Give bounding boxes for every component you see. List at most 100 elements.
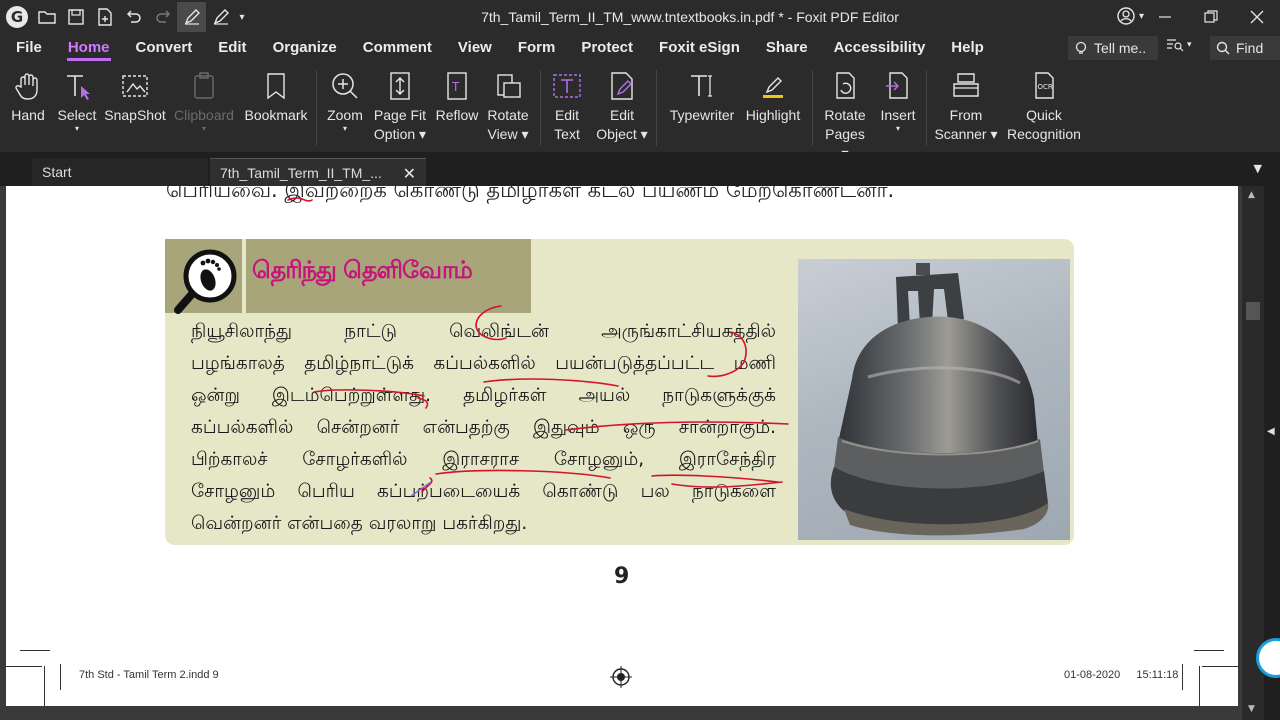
rotate-pages-icon: [829, 66, 861, 106]
highlight-label: Highlight: [745, 107, 801, 123]
zoom-icon: [329, 66, 361, 106]
pen-icon[interactable]: [177, 2, 206, 32]
tab-start-label: Start: [42, 164, 72, 180]
pdf-page[interactable]: பெரியவை. இவற்றைக் கொண்டு தமிழர்கள் கடல் …: [6, 186, 1238, 706]
page-fit-option-button[interactable]: Page Fit Option ▾: [372, 66, 428, 144]
clipboard-icon: [188, 66, 220, 106]
option-text: Option: [373, 126, 416, 142]
customize-toolbar-icon[interactable]: ▾: [235, 2, 249, 32]
scroll-down-icon[interactable]: ▼: [1248, 704, 1255, 714]
close-button[interactable]: [1234, 0, 1280, 34]
snapshot-button[interactable]: SnapShot: [104, 66, 166, 125]
menu-home[interactable]: Home: [55, 34, 123, 62]
tab-document-label: 7th_Tamil_Term_II_TM_...: [220, 164, 382, 181]
clipboard-label: Clipboard: [174, 107, 234, 123]
snapshot-icon: [119, 66, 151, 106]
minimize-button[interactable]: [1142, 0, 1188, 34]
pages-text: Pages: [825, 126, 865, 142]
highlighter-icon[interactable]: [206, 2, 235, 32]
info-paragraph: நியூசிலாந்து நாட்டு வெலிங்டன் அருங்காட்ச…: [191, 316, 776, 540]
insert-button[interactable]: Insert ▾: [876, 66, 920, 133]
search-options-icon: [1167, 39, 1184, 52]
reflow-button[interactable]: T Reflow: [434, 66, 480, 125]
ribbon-separator: [812, 70, 813, 146]
save-icon[interactable]: [61, 2, 90, 32]
menu-convert[interactable]: Convert: [123, 34, 206, 62]
quick-access-toolbar: G ▾: [0, 2, 249, 32]
highlight-icon: [757, 66, 789, 106]
menu-accessibility[interactable]: Accessibility: [821, 34, 939, 62]
home-ribbon: Hand Select ▾ SnapShot Clipboard ▾ Bookm…: [0, 62, 1280, 161]
select-text-icon: [61, 66, 93, 106]
select-tool-button[interactable]: Select ▾: [55, 66, 99, 133]
clipboard-button[interactable]: Clipboard ▾: [172, 66, 236, 133]
hand-icon: [12, 66, 44, 106]
recognition-label: Recognition: [1007, 126, 1081, 142]
expand-panel-icon[interactable]: ◀: [1267, 426, 1275, 437]
svg-text:OCR: OCR: [1038, 83, 1053, 91]
menu-form[interactable]: Form: [505, 34, 569, 62]
rotate-pages-label: Rotate: [824, 107, 866, 123]
bookmark-button[interactable]: Bookmark: [244, 66, 308, 125]
menu-share[interactable]: Share: [753, 34, 821, 62]
snapshot-label: SnapShot: [104, 107, 166, 123]
rotate-view-icon: [492, 66, 524, 106]
hand-label: Hand: [11, 107, 45, 123]
highlight-button[interactable]: Highlight: [742, 66, 804, 125]
menu-organize[interactable]: Organize: [260, 34, 350, 62]
view-text: View: [487, 126, 518, 142]
open-folder-icon[interactable]: [32, 2, 61, 32]
edit-text-button[interactable]: Edit Text: [548, 66, 586, 144]
restore-button[interactable]: [1188, 0, 1234, 34]
hand-tool-button[interactable]: Hand: [8, 66, 48, 125]
edit-object-icon: [606, 66, 638, 106]
find-input[interactable]: Find: [1210, 36, 1280, 60]
close-tab-icon[interactable]: ✕: [403, 164, 416, 184]
menu-foxit-esign[interactable]: Foxit eSign: [646, 34, 753, 62]
quick-recognition-label: Quick: [1026, 107, 1062, 123]
scrollbar-thumb[interactable]: [1246, 302, 1260, 320]
menu-edit[interactable]: Edit: [205, 34, 259, 62]
account-menu[interactable]: ▾: [1116, 6, 1144, 26]
chevron-down-icon: ▾: [895, 124, 900, 133]
menu-file[interactable]: File: [0, 34, 55, 62]
chevron-down-icon: ▾: [342, 124, 347, 133]
svg-text:T: T: [451, 80, 460, 94]
typewriter-button[interactable]: Typewriter: [666, 66, 738, 125]
vertical-scrollbar[interactable]: ▲ ▼: [1242, 186, 1264, 720]
zoom-button[interactable]: Zoom ▾: [324, 66, 366, 133]
rotate-view-button[interactable]: Rotate View ▾: [484, 66, 532, 144]
chevron-down-icon: ▾: [1187, 40, 1192, 50]
document-view[interactable]: பெரியவை. இவற்றைக் கொண்டு தமிழர்கள் கடல் …: [0, 186, 1280, 720]
tab-start[interactable]: Start: [32, 158, 208, 186]
menu-help[interactable]: Help: [938, 34, 997, 62]
tab-document[interactable]: 7th_Tamil_Term_II_TM_... ✕: [210, 158, 426, 186]
ribbon-separator: [656, 70, 657, 146]
lightbulb-icon: [1075, 41, 1087, 54]
scroll-up-icon[interactable]: ▲: [1248, 190, 1255, 200]
paragraph-line: பிற்காலச் சோழர்களில் இராசராச சோழனும், இர…: [191, 449, 776, 470]
chevron-down-icon: ▾: [74, 124, 79, 133]
insert-page-icon: [882, 66, 914, 106]
title-bar: G ▾ 7th_Tamil_Term_II_TM_www.tntextbooks…: [0, 0, 1280, 34]
object-text: Object: [596, 126, 637, 142]
crop-mark: [1194, 650, 1224, 651]
tell-me-search[interactable]: Tell me..: [1068, 36, 1158, 60]
menu-view[interactable]: View: [445, 34, 505, 62]
edit-object-button[interactable]: Edit Object ▾: [596, 66, 648, 144]
quick-recognition-button[interactable]: OCR Quick Recognition: [1004, 66, 1084, 144]
redo-icon[interactable]: [148, 2, 177, 32]
new-document-icon[interactable]: [90, 2, 119, 32]
menu-comment[interactable]: Comment: [350, 34, 445, 62]
undo-icon[interactable]: [119, 2, 148, 32]
magnifier-footprint-icon: [174, 249, 237, 314]
tab-list-dropdown-icon[interactable]: ▼: [1254, 162, 1262, 175]
from-scanner-button[interactable]: From Scanner ▾: [934, 66, 998, 144]
ribbon-separator: [316, 70, 317, 146]
rotate-pages-button[interactable]: Rotate Pages ▾: [820, 66, 870, 163]
search-options-dropdown[interactable]: ▾: [1166, 38, 1192, 52]
info-box-title: தெரிந்து தெளிவோம்: [252, 256, 473, 284]
page-number: 9: [614, 564, 630, 589]
menu-protect[interactable]: Protect: [568, 34, 646, 62]
edit-text-label: Edit: [554, 107, 580, 123]
